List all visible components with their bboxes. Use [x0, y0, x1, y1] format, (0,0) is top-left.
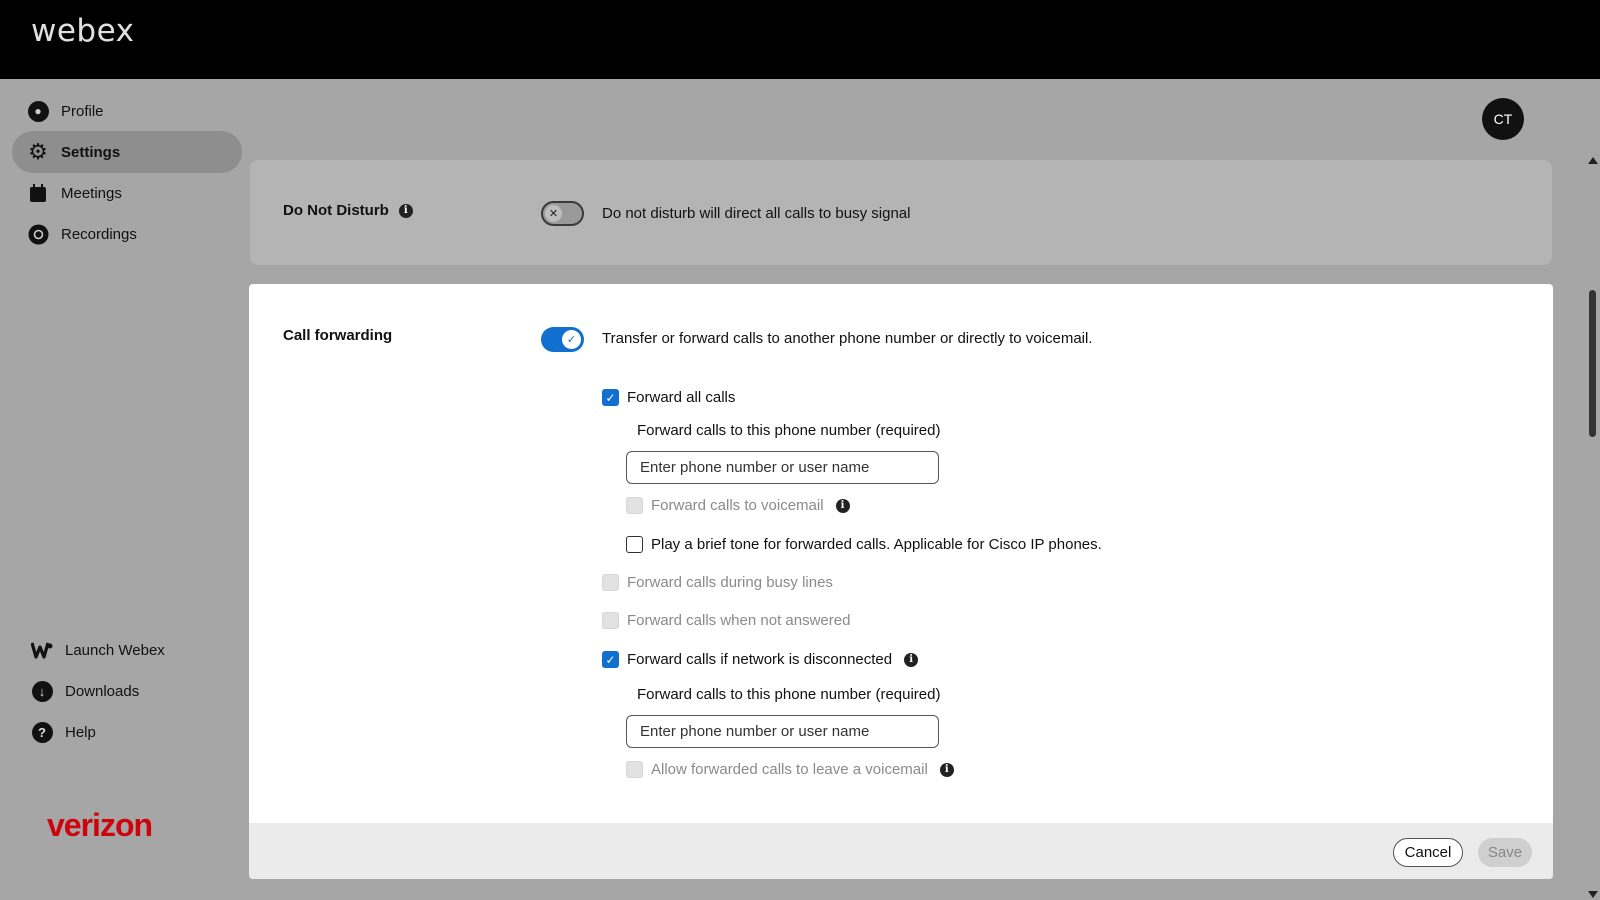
allow-voicemail-checkbox[interactable]: Allow forwarded calls to leave a voicema…: [626, 761, 954, 778]
do-not-disturb-toggle[interactable]: ✕: [541, 201, 584, 226]
sidebar-item-label: Launch Webex: [65, 641, 165, 659]
checkbox-disabled-icon: [626, 497, 643, 514]
play-tone-checkbox[interactable]: Play a brief tone for forwarded calls. A…: [626, 536, 1102, 553]
x-icon: ✕: [545, 205, 562, 222]
sidebar-item-launch-webex[interactable]: Launch Webex: [16, 629, 246, 671]
forward-all-calls-checkbox[interactable]: ✓ Forward all calls: [602, 389, 735, 406]
checkbox-disabled-icon: [602, 574, 619, 591]
webex-logo: webex: [31, 13, 135, 49]
sidebar-item-recordings[interactable]: Recordings: [12, 213, 242, 255]
verizon-logo: verizon: [47, 807, 153, 843]
sidebar-item-label: Meetings: [61, 184, 122, 202]
sidebar-item-profile[interactable]: ● Profile: [12, 90, 242, 132]
forward-network-disconnected-label: Forward calls if network is disconnected: [627, 651, 893, 668]
card-footer: [249, 823, 1553, 879]
call-forwarding-title: Call forwarding: [283, 327, 393, 344]
forward-not-answered-label: Forward calls when not answered: [627, 612, 851, 629]
sidebar-item-label: Profile: [61, 102, 104, 120]
do-not-disturb-description: Do not disturb will direct all calls to …: [602, 205, 911, 222]
forward-busy-label: Forward calls during busy lines: [627, 574, 833, 591]
info-icon[interactable]: i: [835, 498, 850, 513]
sidebar-item-label: Recordings: [61, 225, 137, 243]
profile-icon: ●: [27, 100, 49, 122]
webex-logo-icon: [31, 639, 53, 661]
calendar-icon: [27, 182, 49, 204]
forward-to-voicemail-checkbox[interactable]: Forward calls to voicemail i: [626, 497, 850, 514]
scroll-down-arrow-icon[interactable]: [1588, 891, 1598, 898]
checkbox-checked-icon: ✓: [602, 651, 619, 668]
checkbox-empty-icon: [626, 536, 643, 553]
sidebar-item-downloads[interactable]: ↓ Downloads: [16, 670, 246, 712]
gear-icon: ⚙: [28, 139, 48, 164]
scrollbar[interactable]: [1585, 155, 1600, 900]
download-icon: ↓: [31, 680, 53, 702]
sidebar-item-label: Settings: [61, 143, 121, 161]
top-bar: webex: [0, 0, 1600, 79]
sidebar-item-help[interactable]: ? Help: [16, 711, 246, 753]
forward-number-label: Forward calls to this phone number (requ…: [637, 686, 941, 703]
do-not-disturb-title: Do Not Disturb: [283, 202, 389, 219]
call-forwarding-toggle[interactable]: ✓: [541, 327, 584, 352]
network-disconnected-number-input[interactable]: [626, 715, 939, 748]
play-tone-label: Play a brief tone for forwarded calls. A…: [651, 536, 1102, 553]
info-icon[interactable]: i: [939, 762, 954, 777]
sidebar-item-settings[interactable]: ⚙ Settings: [12, 131, 242, 173]
forward-all-number-input[interactable]: [626, 451, 939, 484]
help-icon: ?: [31, 721, 53, 743]
avatar[interactable]: CT: [1482, 98, 1524, 140]
recording-icon: [27, 223, 49, 245]
do-not-disturb-card: Do Not Disturb i ✕ Do not disturb will d…: [250, 160, 1552, 265]
forward-number-label: Forward calls to this phone number (requ…: [637, 422, 941, 439]
call-forwarding-description: Transfer or forward calls to another pho…: [602, 330, 1093, 347]
checkbox-disabled-icon: [602, 612, 619, 629]
forward-not-answered-checkbox[interactable]: Forward calls when not answered: [602, 612, 850, 629]
scrollbar-thumb[interactable]: [1589, 290, 1596, 437]
checkbox-disabled-icon: [626, 761, 643, 778]
forward-busy-checkbox[interactable]: Forward calls during busy lines: [602, 574, 833, 591]
checkbox-checked-icon: ✓: [602, 389, 619, 406]
do-not-disturb-title-row: Do Not Disturb i: [283, 202, 413, 219]
call-forwarding-card: Call forwarding ✓ Transfer or forward ca…: [249, 284, 1553, 879]
scroll-up-arrow-icon[interactable]: [1588, 157, 1598, 164]
sidebar-item-label: Downloads: [65, 682, 140, 700]
info-icon[interactable]: i: [398, 203, 413, 218]
info-icon[interactable]: i: [904, 652, 919, 667]
forward-network-disconnected-checkbox[interactable]: ✓ Forward calls if network is disconnect…: [602, 651, 919, 668]
sidebar-item-meetings[interactable]: Meetings: [12, 172, 242, 214]
sidebar: ● Profile ⚙ Settings Meetings Recordings…: [0, 79, 245, 900]
forward-all-calls-label: Forward all calls: [627, 389, 736, 406]
sidebar-item-label: Help: [65, 723, 96, 741]
check-icon: ✓: [562, 330, 581, 349]
save-button[interactable]: Save: [1478, 838, 1532, 867]
allow-voicemail-label: Allow forwarded calls to leave a voicema…: [651, 761, 928, 778]
forward-to-voicemail-label: Forward calls to voicemail: [651, 497, 824, 514]
cancel-button[interactable]: Cancel: [1393, 838, 1463, 867]
